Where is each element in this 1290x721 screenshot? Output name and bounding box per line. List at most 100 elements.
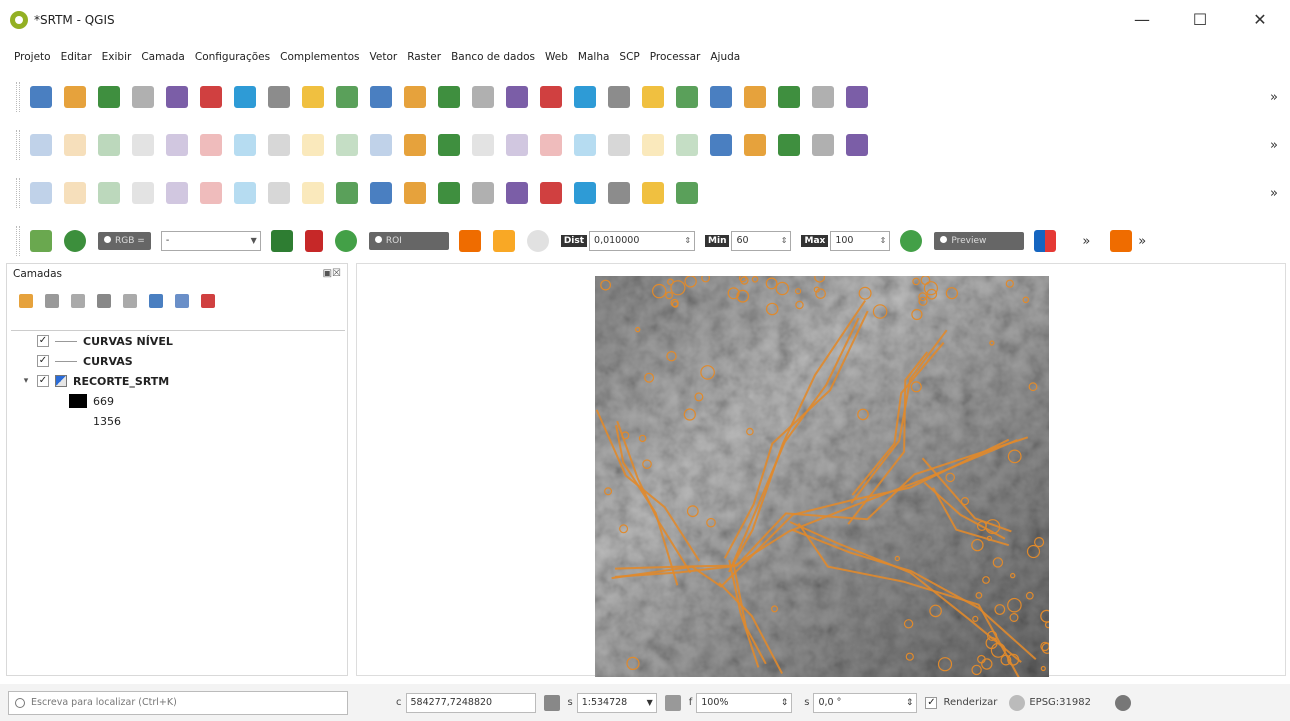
layer-visibility-checkbox[interactable]: ✓ [37,375,49,387]
locator-search-input[interactable]: Escreva para localizar (Ctrl+K) [8,690,348,715]
zoom-last-icon[interactable] [506,86,528,108]
layer-row[interactable]: ✓ CURVAS NÍVEL [11,331,345,351]
chevron-down-icon[interactable]: ▾ [21,376,31,386]
roi-edit-icon[interactable] [304,230,323,252]
open-project-icon[interactable] [64,86,86,108]
filter-expression-icon[interactable] [123,294,137,308]
overflow-icon[interactable]: » [1270,186,1278,201]
label-options-icon[interactable] [676,134,698,156]
python-icon[interactable] [778,134,800,156]
label-change-icon[interactable] [608,134,630,156]
scp-zoom-icon[interactable] [64,230,86,252]
new-project-icon[interactable] [30,86,52,108]
layer-row[interactable]: ✓ CURVAS [11,351,345,371]
add-vector-icon[interactable] [64,182,86,204]
refresh-icon[interactable] [642,86,664,108]
add-wfs-icon[interactable] [438,182,460,204]
roi-pointer-icon[interactable] [334,230,357,252]
save-project-icon[interactable] [98,86,120,108]
scale-combo[interactable]: 1:534728 ▼ [576,692,657,713]
rotation-field[interactable]: 0,0 ° ⇕ [813,692,918,713]
zoom-in-icon[interactable] [302,86,324,108]
toggle-editing-icon[interactable] [64,134,86,156]
toggle-extents-icon[interactable] [543,694,560,711]
add-mesh-icon[interactable] [98,182,120,204]
scp-dock-icon[interactable] [30,230,52,252]
menu-configuracoes[interactable]: Configurações [195,51,270,63]
overflow-icon[interactable]: » [1082,234,1090,249]
vector-dropdown-icon[interactable] [676,182,698,204]
statistics-icon[interactable] [846,86,868,108]
print-layout-icon[interactable] [166,86,188,108]
visibility-icon[interactable] [71,294,85,308]
roi-save-icon[interactable] [458,230,481,252]
panel-float-close-icon[interactable]: ▣☒ [323,268,341,279]
map-canvas[interactable] [356,263,1286,677]
zoom-next-icon[interactable] [540,86,562,108]
menu-ajuda[interactable]: Ajuda [710,51,740,63]
save-edits-icon[interactable] [98,134,120,156]
menu-raster[interactable]: Raster [407,51,441,63]
add-mssql-icon[interactable] [234,182,256,204]
remove-layer-icon[interactable] [201,294,215,308]
magnifier-field[interactable]: 100% ⇕ [696,692,793,713]
expand-all-icon[interactable] [149,294,163,308]
paste-icon[interactable] [302,134,324,156]
crs-label[interactable]: EPSG:31982 [1029,697,1091,708]
add-virtual-icon[interactable] [302,182,324,204]
diagram-icon[interactable] [438,134,460,156]
label-pin-icon[interactable] [472,134,494,156]
messages-icon[interactable] [1114,694,1131,711]
menu-scp[interactable]: SCP [619,51,639,63]
delete-icon[interactable] [200,134,222,156]
copy-icon[interactable] [268,134,290,156]
crs-globe-icon[interactable] [1009,694,1026,711]
menu-web[interactable]: Web [545,51,568,63]
label-unpin-icon[interactable] [642,134,664,156]
deselect-icon[interactable] [744,86,766,108]
zoom-to-layer-icon[interactable] [438,86,460,108]
overflow-icon[interactable]: » [1270,90,1278,105]
cut-icon[interactable] [234,134,256,156]
max-input[interactable]: 100 ⇕ [830,231,891,251]
add-group-icon[interactable] [45,294,59,308]
toolbar-grip[interactable] [16,178,20,208]
filter-icon[interactable] [97,294,111,308]
add-wms-icon[interactable] [132,182,154,204]
field-calc-icon[interactable] [778,86,800,108]
digitize-icon[interactable] [132,134,154,156]
current-edits-icon[interactable] [30,134,52,156]
menu-projeto[interactable]: Projeto [14,51,51,63]
maximize-button[interactable]: ☐ [1180,8,1220,32]
undo-icon[interactable] [336,134,358,156]
add-vector-tile-icon[interactable] [574,182,596,204]
layer-visibility-checkbox[interactable]: ✓ [37,355,49,367]
add-xyz-icon[interactable] [540,182,562,204]
add-spatialite-icon[interactable] [166,182,188,204]
add-csv-icon[interactable] [506,182,528,204]
menu-processar[interactable]: Processar [650,51,701,63]
save-as-icon[interactable] [132,86,154,108]
menu-complementos[interactable]: Complementos [280,51,359,63]
style-icon[interactable] [19,294,33,308]
zoom-to-selection-icon[interactable] [404,86,426,108]
overflow-icon[interactable]: » [1138,234,1146,249]
plugin-icon[interactable] [846,134,868,156]
roi-disabled-icon[interactable] [526,230,549,252]
redo-icon[interactable] [370,134,392,156]
roi-add-icon[interactable] [492,230,515,252]
db-manager-icon[interactable] [710,134,732,156]
new-gpkg-icon[interactable] [370,182,392,204]
help-icon[interactable] [812,134,834,156]
zoom-out-icon[interactable] [336,86,358,108]
layer-row[interactable]: ▾ ✓ RECORTE_SRTM [11,371,345,391]
min-input[interactable]: 60 ⇕ [731,231,792,251]
identify-icon[interactable] [676,86,698,108]
label-move-icon[interactable] [540,134,562,156]
new-virtual-icon[interactable] [642,182,664,204]
roi-polygon-icon[interactable] [270,230,293,252]
close-button[interactable]: ✕ [1240,8,1280,32]
label-show-icon[interactable] [506,134,528,156]
bookmark-icon[interactable] [608,86,630,108]
roi-toggle[interactable]: ROI [368,232,449,250]
